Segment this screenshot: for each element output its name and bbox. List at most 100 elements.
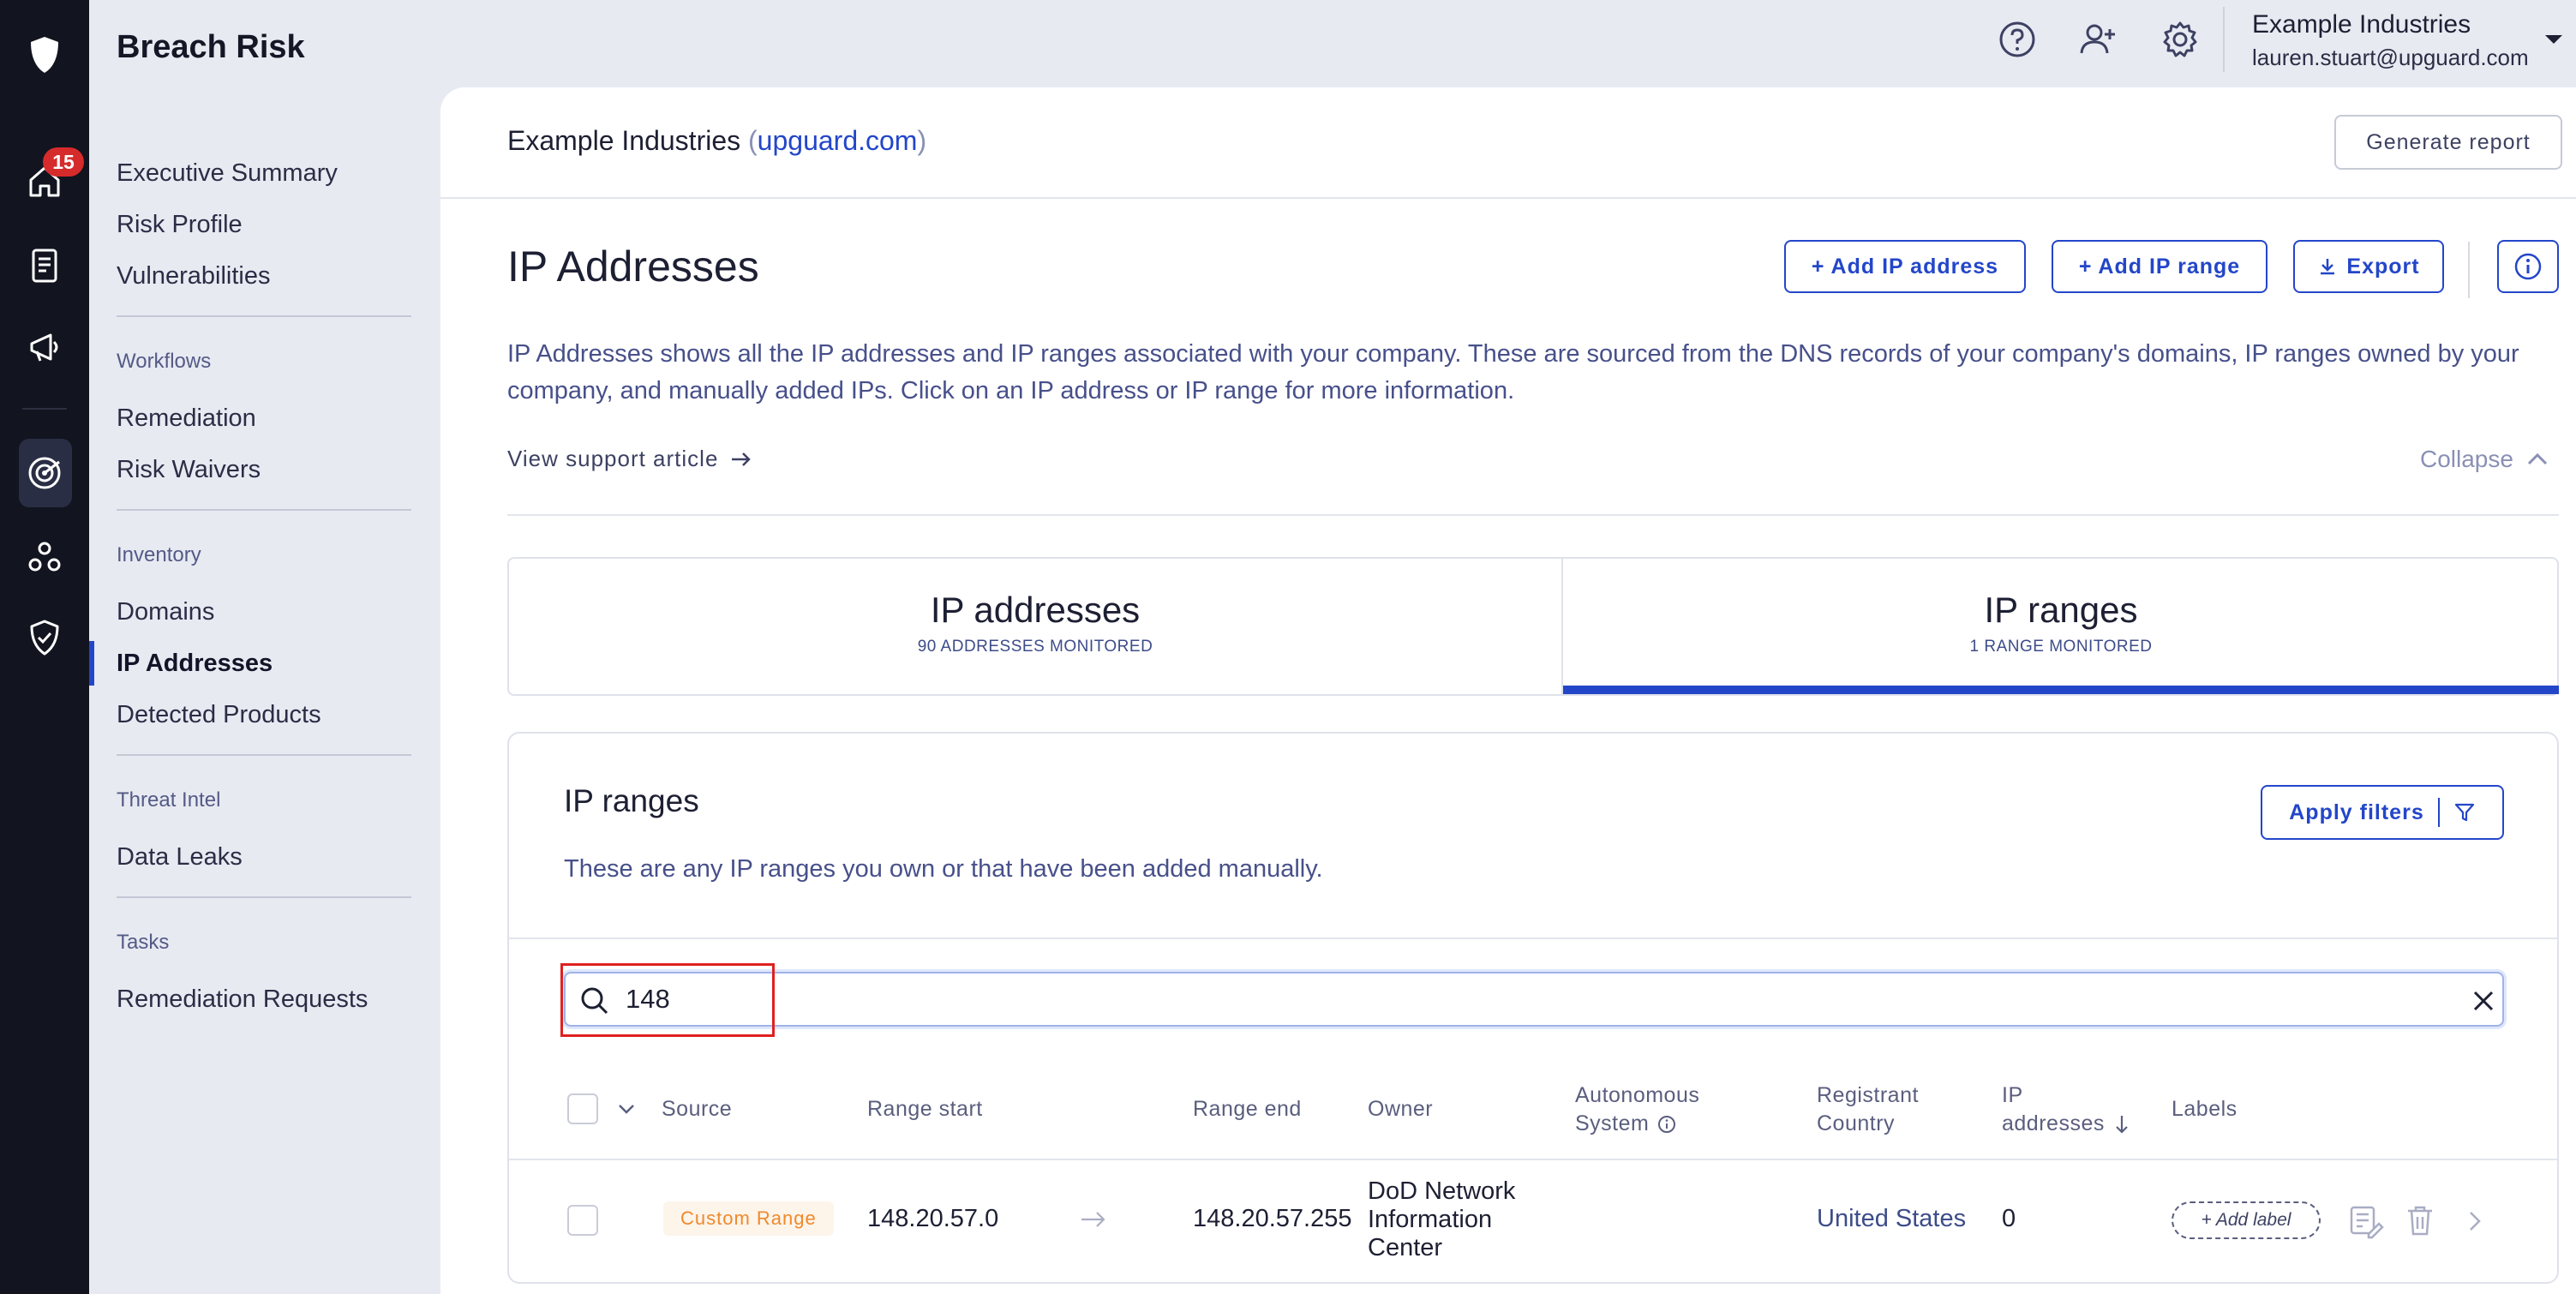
owner-line: Center bbox=[1368, 1234, 1443, 1261]
generate-report-button[interactable]: Generate report bbox=[2334, 115, 2562, 170]
info-icon bbox=[2514, 253, 2542, 280]
panel-title: IP ranges bbox=[564, 783, 699, 818]
company-name: Example Industries bbox=[507, 125, 741, 156]
header-line: System bbox=[1575, 1111, 1650, 1135]
country-cell: United States bbox=[1817, 1205, 1967, 1232]
company-domain-link[interactable]: upguard.com bbox=[758, 125, 918, 156]
notification-badge: 15 bbox=[43, 147, 84, 177]
tab-ip-addresses[interactable]: IP addresses 90 ADDRESSES MONITORED bbox=[509, 557, 1561, 696]
close-icon[interactable] bbox=[2468, 985, 2499, 1016]
chevron-down-icon[interactable] bbox=[2542, 31, 2566, 48]
header-line: IP bbox=[2002, 1083, 2023, 1107]
chevron-down-icon[interactable] bbox=[615, 1100, 638, 1117]
arrow-right-icon bbox=[1080, 1210, 1107, 1229]
column-header-owner[interactable]: Owner bbox=[1368, 1095, 1433, 1123]
sidebar-item-detected-products[interactable]: Detected Products bbox=[117, 701, 321, 729]
chevron-right-icon[interactable] bbox=[2465, 1208, 2485, 1234]
support-link-label: View support article bbox=[507, 446, 719, 471]
owner-line: Information bbox=[1368, 1206, 1493, 1233]
apply-filters-label: Apply filters bbox=[2289, 800, 2424, 824]
column-header-labels[interactable]: Labels bbox=[2172, 1095, 2238, 1123]
report-icon[interactable] bbox=[0, 231, 89, 300]
tab-ip-ranges[interactable]: IP ranges 1 RANGE MONITORED bbox=[1563, 557, 2559, 696]
megaphone-icon[interactable] bbox=[0, 314, 89, 382]
panel-description: These are any IP ranges you own or that … bbox=[564, 855, 1323, 883]
sidebar-item-remediation-requests[interactable]: Remediation Requests bbox=[117, 985, 368, 1014]
arrow-right-icon bbox=[732, 452, 752, 466]
toolbar-divider bbox=[2468, 242, 2470, 298]
column-header-source[interactable]: Source bbox=[662, 1095, 732, 1123]
sidebar-item-remediation[interactable]: Remediation bbox=[117, 404, 256, 433]
panel-divider bbox=[509, 938, 2557, 939]
trash-icon[interactable] bbox=[2405, 1203, 2435, 1237]
source-tag: Custom Range bbox=[663, 1201, 834, 1236]
upguard-logo-icon[interactable] bbox=[0, 21, 89, 89]
edit-note-icon[interactable] bbox=[2348, 1203, 2384, 1239]
breach-risk-icon[interactable] bbox=[0, 439, 89, 507]
account-org-name[interactable]: Example Industries bbox=[2252, 10, 2471, 39]
range-end-cell: 148.20.57.255 bbox=[1193, 1205, 1352, 1232]
filter-icon bbox=[2454, 803, 2474, 822]
sidebar-heading-tasks: Tasks bbox=[117, 931, 170, 954]
page-description: IP Addresses shows all the IP addresses … bbox=[507, 340, 2519, 404]
ip-count-cell: 0 bbox=[2002, 1205, 2016, 1232]
sidebar-item-vulnerabilities[interactable]: Vulnerabilities bbox=[117, 262, 270, 291]
select-all-checkbox[interactable] bbox=[567, 1093, 598, 1124]
header-line: addresses bbox=[2002, 1111, 2105, 1135]
sidebar-item-ip-addresses[interactable]: IP Addresses bbox=[117, 650, 273, 678]
close-paren: ) bbox=[917, 125, 927, 156]
open-paren: ( bbox=[748, 125, 758, 156]
range-start-cell: 148.20.57.0 bbox=[867, 1205, 999, 1232]
sidebar-divider bbox=[117, 315, 411, 317]
column-header-range-start[interactable]: Range start bbox=[867, 1095, 983, 1123]
column-header-registrant-country[interactable]: Registrant Country bbox=[1817, 1081, 1919, 1138]
header-divider bbox=[440, 197, 2576, 199]
column-header-autonomous-system[interactable]: Autonomous System bbox=[1575, 1081, 1699, 1138]
app-title: Breach Risk bbox=[117, 29, 305, 65]
add-label-button[interactable]: + Add label bbox=[2172, 1201, 2321, 1239]
row-checkbox[interactable] bbox=[567, 1205, 598, 1236]
company-heading: Example Industries (upguard.com) bbox=[507, 125, 926, 157]
sort-descending-icon[interactable] bbox=[2113, 1113, 2130, 1135]
search-input[interactable] bbox=[564, 972, 2504, 1027]
tab-title: IP addresses bbox=[930, 590, 1141, 630]
add-ip-range-button[interactable]: + Add IP range bbox=[2052, 240, 2267, 293]
view-support-article-link[interactable]: View support article bbox=[507, 446, 752, 472]
owner-cell: DoD Network Information Center bbox=[1368, 1177, 1556, 1262]
sidebar-divider bbox=[117, 896, 411, 898]
add-user-icon[interactable] bbox=[2077, 19, 2118, 60]
help-icon[interactable] bbox=[1997, 19, 2038, 60]
gear-icon[interactable] bbox=[2160, 19, 2201, 60]
sidebar-heading-threat-intel: Threat Intel bbox=[117, 788, 221, 812]
highlight-box bbox=[560, 963, 775, 1037]
topbar-divider bbox=[2223, 7, 2225, 72]
column-header-range-end[interactable]: Range end bbox=[1193, 1095, 1302, 1123]
sidebar-item-risk-profile[interactable]: Risk Profile bbox=[117, 211, 243, 239]
sidebar-item-domains[interactable]: Domains bbox=[117, 598, 214, 626]
sidebar-divider bbox=[117, 509, 411, 511]
account-email[interactable]: lauren.stuart@upguard.com bbox=[2252, 45, 2529, 71]
download-icon bbox=[2321, 259, 2335, 275]
sidebar-item-executive-summary[interactable]: Executive Summary bbox=[117, 159, 338, 188]
active-tab-indicator bbox=[1563, 686, 2559, 694]
tab-subtitle: 90 ADDRESSES MONITORED bbox=[917, 638, 1153, 656]
sidebar-item-risk-waivers[interactable]: Risk Waivers bbox=[117, 456, 261, 484]
sidebar-active-indicator bbox=[89, 641, 94, 686]
collapse-toggle[interactable]: Collapse bbox=[2420, 446, 2549, 473]
tab-subtitle: 1 RANGE MONITORED bbox=[1969, 638, 2153, 656]
button-separator bbox=[2437, 798, 2440, 827]
add-ip-address-button[interactable]: + Add IP address bbox=[1784, 240, 2026, 293]
sidebar-heading-workflows: Workflows bbox=[117, 350, 212, 373]
info-button[interactable] bbox=[2497, 240, 2559, 293]
shield-check-icon[interactable] bbox=[0, 603, 89, 672]
apply-filters-button[interactable]: Apply filters bbox=[2261, 785, 2504, 840]
owner-line: DoD Network bbox=[1368, 1177, 1516, 1205]
export-label: Export bbox=[2346, 254, 2420, 279]
export-button[interactable]: Export bbox=[2293, 240, 2444, 293]
column-header-ip-addresses[interactable]: IP addresses bbox=[2002, 1081, 2130, 1138]
sidebar-item-data-leaks[interactable]: Data Leaks bbox=[117, 843, 243, 872]
tab-title: IP ranges bbox=[1984, 590, 2138, 630]
info-icon[interactable] bbox=[1657, 1115, 1676, 1134]
chevron-up-icon bbox=[2527, 452, 2548, 465]
vendor-network-icon[interactable] bbox=[0, 523, 89, 591]
